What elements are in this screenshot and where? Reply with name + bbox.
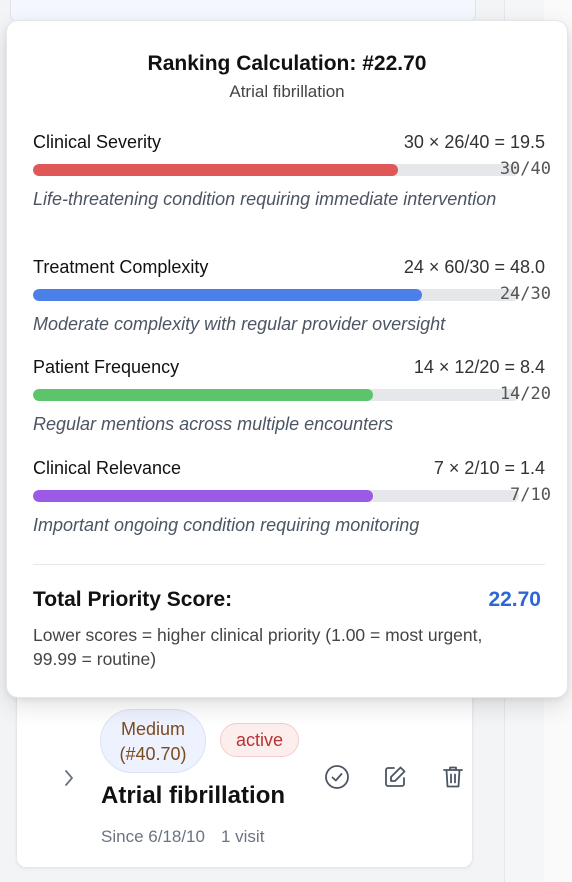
metric-bar-track xyxy=(33,289,519,301)
metric-bar-fill xyxy=(33,164,398,176)
metric-description: Important ongoing condition requiring mo… xyxy=(33,515,420,535)
visit-count: 1 visit xyxy=(220,827,265,846)
status-badge: active xyxy=(220,723,300,757)
check-circle-icon[interactable] xyxy=(323,763,351,791)
condition-title: Atrial fibrillation xyxy=(101,782,286,809)
total-score-label: Total Priority Score: xyxy=(33,588,233,611)
chevron-right-icon[interactable] xyxy=(63,769,75,787)
metric-description: Moderate complexity with regular provide… xyxy=(33,314,446,334)
edit-icon[interactable] xyxy=(381,763,409,791)
popover-divider xyxy=(33,564,545,565)
metric-name: Treatment Complexity xyxy=(33,257,209,277)
metric-score: 7/10 xyxy=(510,485,551,505)
score-explanation: Lower scores = higher clinical priority … xyxy=(33,625,483,669)
metric-description: Life-threatening condition requiring imm… xyxy=(33,189,497,209)
trash-icon[interactable] xyxy=(439,763,467,791)
metric-formula: 30 × 26/40 = 19.5 xyxy=(403,132,545,152)
metric-bar-fill xyxy=(33,490,374,502)
metric-score: 14/20 xyxy=(499,384,551,404)
metric-bar-track xyxy=(33,490,519,502)
metric-description: Regular mentions across multiple encount… xyxy=(33,414,394,434)
metric-name: Patient Frequency xyxy=(33,357,180,377)
metric-formula: 14 × 12/20 = 8.4 xyxy=(413,357,545,377)
metric-bar-fill xyxy=(33,389,374,401)
priority-level: Medium xyxy=(120,719,186,739)
metric-score: 24/30 xyxy=(499,284,551,304)
ranking-popover: Ranking Calculation: #22.70 Atrial fibri… xyxy=(6,20,568,698)
metric-bar-track xyxy=(33,164,519,176)
total-score-value: 22.70 xyxy=(488,588,541,611)
popover-subtitle: Atrial fibrillation xyxy=(229,82,345,101)
metric-bar-track xyxy=(33,389,519,401)
metric-name: Clinical Relevance xyxy=(33,458,182,478)
priority-badge: Medium (#40.70) xyxy=(100,709,206,773)
metric-score: 30/40 xyxy=(499,159,551,179)
metric-formula: 24 × 60/30 = 48.0 xyxy=(403,257,545,277)
metric-name: Clinical Severity xyxy=(33,132,162,152)
popover-title: Ranking Calculation: #22.70 xyxy=(147,52,427,75)
since-date: Since 6/18/10 xyxy=(101,827,205,846)
metric-formula: 7 × 2/10 = 1.4 xyxy=(433,458,545,478)
metric-bar-fill xyxy=(33,289,422,301)
condition-meta: Since 6/18/10 1 visit xyxy=(101,827,264,847)
priority-score: (#40.70) xyxy=(119,744,187,764)
condition-card[interactable]: Medium (#40.70) active Atrial fibrillati… xyxy=(16,680,473,868)
